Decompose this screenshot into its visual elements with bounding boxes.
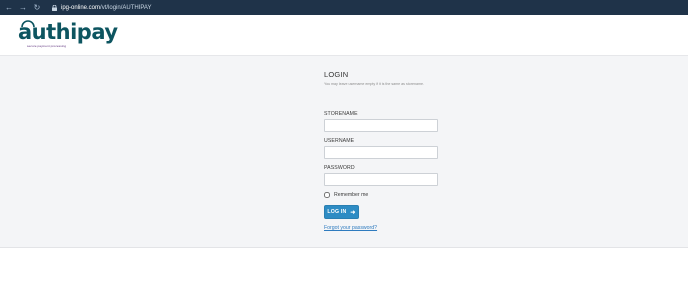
url-path: /vt/login/AUTHIPAY (100, 4, 152, 11)
forgot-password-link[interactable]: Forgot your password? (324, 225, 377, 231)
reload-icon[interactable]: ↻ (30, 0, 44, 15)
logo-wordmark: authipay (18, 20, 118, 44)
remember-me-label: Remember me (334, 192, 369, 198)
sign-in-arrow-icon: ➜ (350, 209, 356, 216)
storename-label: STORENAME (324, 111, 358, 117)
forward-arrow-icon[interactable]: → (16, 0, 30, 15)
address-bar[interactable]: ipg-online.com/vt/login/AUTHIPAY (61, 5, 152, 11)
page-header: authipay secure payment processing (0, 15, 688, 55)
password-label: PASSWORD (324, 165, 355, 171)
logo-tagline: secure payment processing (27, 44, 67, 48)
username-label: USERNAME (324, 138, 355, 144)
login-form: LOGIN You may leave username empty if it… (324, 70, 454, 231)
url-host: ipg-online.com (61, 4, 101, 11)
back-arrow-icon[interactable]: ← (2, 0, 16, 15)
lock-icon[interactable] (50, 0, 58, 15)
login-title: LOGIN (324, 70, 349, 79)
storename-input[interactable] (324, 119, 438, 132)
password-input[interactable] (324, 173, 438, 186)
browser-toolbar: ← → ↻ ipg-online.com/vt/login/AUTHIPAY (0, 0, 688, 15)
login-section: LOGIN You may leave username empty if it… (0, 55, 688, 248)
remember-me[interactable]: Remember me (324, 192, 368, 198)
username-input[interactable] (324, 146, 438, 159)
remember-me-checkbox[interactable] (324, 192, 330, 198)
login-button-label: LOG IN (327, 209, 347, 215)
authipay-logo[interactable]: authipay secure payment processing (18, 19, 118, 53)
login-button[interactable]: LOG IN ➜ (324, 205, 359, 219)
login-hint: You may leave username empty if it is th… (324, 82, 424, 86)
